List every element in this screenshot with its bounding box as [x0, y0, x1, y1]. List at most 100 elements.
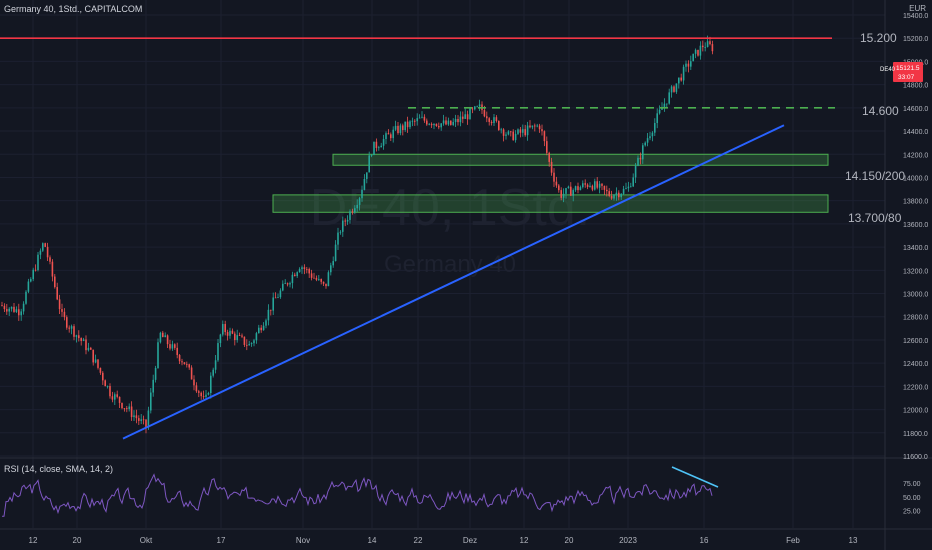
- candle-body: [37, 254, 39, 271]
- candle-body: [210, 375, 212, 394]
- candle-body: [702, 45, 704, 48]
- candle-body: [656, 113, 658, 123]
- candle-body: [339, 231, 342, 233]
- candle-body: [692, 53, 694, 62]
- candle-body: [229, 330, 231, 336]
- candle-body: [303, 267, 306, 270]
- candle-body: [334, 244, 337, 262]
- candle-body: [1, 305, 3, 306]
- candle-body: [97, 359, 99, 368]
- candle-body: [214, 360, 217, 370]
- candle-body: [116, 394, 118, 397]
- candle-body: [450, 120, 452, 125]
- candle-body: [512, 131, 514, 141]
- candle-body: [150, 392, 152, 411]
- time-axis[interactable]: 12 20 Okt 17 Nov 14 22 Dez 12 20 2023 16 Feb 13: [29, 536, 858, 545]
- candle-body: [267, 309, 270, 321]
- candle-body: [174, 344, 176, 348]
- candle-body: [315, 277, 318, 280]
- candle-body: [92, 349, 94, 363]
- candle-body: [142, 419, 145, 421]
- candle-body: [490, 121, 493, 124]
- candle-body: [236, 335, 238, 341]
- candle-body: [500, 129, 502, 131]
- candle-body: [514, 133, 517, 141]
- candle-body: [560, 190, 562, 198]
- y-tick-label: 13600.0: [903, 222, 928, 229]
- candle-body: [538, 125, 541, 130]
- x-tick-label: 2023: [619, 536, 637, 545]
- x-tick-label: 17: [217, 536, 226, 545]
- candle-body: [385, 133, 387, 140]
- candle-body: [18, 309, 20, 316]
- candle-body: [510, 131, 512, 133]
- candle-body: [234, 333, 236, 341]
- candle-body: [397, 125, 399, 134]
- candle-body: [272, 297, 274, 311]
- resistance-label: 15.200: [860, 31, 897, 45]
- candle-body: [186, 364, 188, 366]
- candle-body: [54, 276, 56, 288]
- candle-body: [219, 334, 222, 344]
- y-tick-label: 14400.0: [903, 129, 928, 136]
- candle-body: [548, 152, 550, 162]
- rsi-header: RSI (14, close, SMA, 14, 2): [4, 464, 114, 474]
- rsi-divergence-line: [671, 466, 719, 488]
- candle-body: [685, 63, 687, 67]
- candle-body: [126, 408, 128, 410]
- candle-body: [181, 361, 183, 363]
- candle-body: [138, 418, 140, 421]
- candle-body: [238, 335, 241, 336]
- candle-body: [670, 86, 673, 93]
- candle-body: [394, 125, 397, 130]
- candle-body: [596, 181, 598, 188]
- candle-body: [483, 110, 486, 117]
- x-tick-label: 16: [700, 536, 709, 545]
- candle-body: [135, 415, 138, 419]
- candle-body: [123, 408, 126, 409]
- candle-body: [222, 324, 224, 335]
- x-tick-label: 20: [73, 536, 82, 545]
- candle-body: [85, 339, 87, 351]
- candle-body: [478, 104, 481, 107]
- candle-body: [498, 120, 500, 130]
- candle-body: [30, 279, 32, 282]
- candle-body: [270, 309, 272, 311]
- candle-body: [442, 120, 445, 124]
- candle-body: [162, 332, 164, 338]
- candle-body: [387, 133, 390, 135]
- candle-body: [574, 186, 577, 191]
- candle-body: [402, 125, 404, 131]
- candle-body: [392, 129, 394, 139]
- candle-body: [658, 109, 661, 114]
- candle-body: [709, 41, 711, 45]
- rsi-pane[interactable]: 75.00 50.00 25.00: [2, 466, 921, 517]
- candle-body: [438, 125, 440, 128]
- candle-body: [121, 402, 123, 409]
- candle-body: [543, 131, 546, 142]
- candle-body: [202, 396, 205, 397]
- candle-body: [286, 283, 289, 285]
- candle-body: [584, 183, 586, 185]
- candle-body: [627, 186, 630, 189]
- x-tick-label: 12: [29, 536, 38, 545]
- candle-body: [250, 343, 253, 345]
- candle-body: [224, 324, 226, 333]
- candle-body: [130, 406, 133, 418]
- candle-body: [358, 198, 361, 205]
- candle-body: [565, 188, 567, 194]
- candle-body: [651, 132, 654, 137]
- candle-body: [102, 372, 104, 381]
- candle-body: [690, 61, 692, 67]
- watermark: DE40, 1Std. Germany 40: [310, 179, 590, 278]
- candle-body: [517, 129, 519, 134]
- candle-body: [646, 138, 649, 143]
- candle-body: [522, 129, 524, 133]
- candle-body: [255, 333, 258, 341]
- candle-body: [294, 274, 296, 277]
- candle-body: [687, 63, 690, 67]
- candle-body: [680, 77, 682, 81]
- candle-body: [418, 117, 421, 119]
- price-chart[interactable]: DE40, 1Std. Germany 40 14.150/200 13.700/…: [0, 0, 932, 550]
- candle-body: [262, 325, 265, 331]
